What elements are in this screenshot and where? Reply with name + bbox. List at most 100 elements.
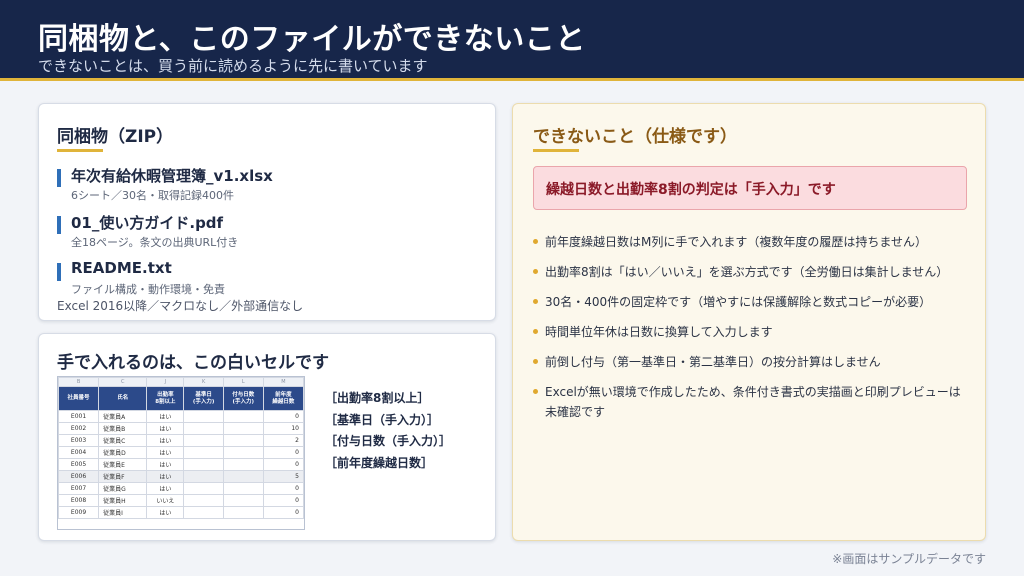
input-label: ［付与日数（手入力）］ [325, 434, 452, 448]
sheet-cell: はい [146, 434, 185, 447]
file-description: 全18ページ。条文の出典URL付き [71, 236, 239, 249]
zip-heading-underline [57, 149, 103, 152]
sheet-cell: E002 [58, 422, 100, 435]
sheet-header-cell: 出勤率 8割以上 [146, 386, 185, 411]
sheet-cell [222, 446, 264, 459]
sheet-column-letter: K [183, 377, 224, 387]
sheet-cell: E003 [58, 434, 100, 447]
sheet-cell [222, 506, 264, 519]
sheet-cell: 従業員G [98, 482, 148, 495]
sheet-cell [183, 494, 224, 507]
sheet-cell [222, 410, 264, 423]
sheet-cell: E001 [58, 410, 100, 423]
sheet-cell: いいえ [146, 494, 185, 507]
header-bar: 同梱物と、このファイルができないこと できないことは、買う前に読めるように先に書… [0, 0, 1024, 78]
sheet-cell [183, 458, 224, 471]
sheet-cell: はい [146, 482, 185, 495]
callout-text: 繰越日数と出勤率8割の判定は「手入力」です [546, 182, 836, 198]
file-item: 01_使い方ガイド.pdf 全18ページ。条文の出典URL付き [57, 212, 477, 252]
sheet-cell [183, 446, 224, 459]
sheet-row: E004 従業員D はい 0 [58, 446, 304, 459]
sheet-cell [222, 494, 264, 507]
sheet-cell [183, 422, 224, 435]
input-field-labels: ［出勤率8割以上］ ［基準日（手入力）］ ［付与日数（手入力）］ ［前年度繰越日… [325, 388, 451, 474]
sheet-column-letter: L [222, 377, 264, 387]
header-accent-stripe [0, 78, 1024, 81]
sheet-cell: E005 [58, 458, 100, 471]
sheet-cell: はい [146, 458, 185, 471]
sheet-cell: E004 [58, 446, 100, 459]
sheet-cell [183, 470, 224, 483]
sheet-column-letter: B [58, 377, 100, 387]
sheet-cell [222, 482, 264, 495]
sheet-cell: 従業員D [98, 446, 148, 459]
sheet-cell [183, 506, 224, 519]
sheet-header-row: 社員番号 氏名 出勤率 8割以上 基準日 (手入力) 付与日数 (手入力) 前年度 繰越日数 [58, 386, 304, 411]
sheet-cell: はい [146, 422, 185, 435]
sheet-cell [222, 422, 264, 435]
file-description: 6シート／30名・取得記録400件 [71, 189, 234, 202]
sheet-cell [222, 470, 264, 483]
limitations-heading: できないこと（仕様です） [533, 127, 737, 147]
sheet-row: E008 従業員H いいえ 0 [58, 494, 304, 507]
sheet-cell: 0 [262, 410, 304, 423]
sheet-cell: 従業員I [98, 506, 148, 519]
input-label: ［前年度繰越日数］ [325, 455, 434, 470]
file-item: 年次有給休暇管理簿_v1.xlsx 6シート／30名・取得記録400件 [57, 165, 477, 205]
limitation-item: 出勤率8割は「はい／いいえ」を選ぶ方式です（全労働日は集計しません） [533, 262, 967, 282]
sheet-cell: 従業員E [98, 458, 148, 471]
input-label: ［出勤率8割以上］ [325, 391, 430, 405]
sheet-cell: はい [146, 446, 185, 459]
limitation-item: 前倒し付与（第一基準日・第二基準日）の按分計算はしません [533, 352, 967, 372]
input-heading: 手で入れるのは、この白いセルです [57, 353, 329, 373]
environment-note: Excel 2016以降／マクロなし／外部通信なし [57, 299, 304, 313]
zip-contents-card: 同梱物（ZIP） 年次有給休暇管理簿_v1.xlsx 6シート／30名・取得記録… [38, 103, 496, 321]
sheet-row: E003 従業員C はい 2 [58, 434, 304, 447]
sheet-header-cell: 付与日数 (手入力) [222, 386, 264, 411]
file-marker [57, 169, 61, 187]
sheet-cell [222, 458, 264, 471]
sheet-cell: E007 [58, 482, 100, 495]
sheet-cell: 0 [262, 458, 304, 471]
sheet-cell: 5 [262, 470, 304, 483]
sheet-header-cell: 基準日 (手入力) [183, 386, 224, 411]
zip-heading: 同梱物（ZIP） [57, 127, 174, 147]
sheet-row: E001 従業員A はい 0 [58, 410, 304, 423]
sheet-cell: E009 [58, 506, 100, 519]
file-marker [57, 216, 61, 234]
sheet-cell [183, 410, 224, 423]
sheet-cell [183, 434, 224, 447]
limitation-item: 30名・400件の固定枠です（増やすには保護解除と数式コピーが必要） [533, 292, 967, 312]
sheet-row: E006 従業員F はい 5 [58, 470, 304, 483]
sheet-header-cell: 社員番号 [58, 386, 100, 411]
sheet-cell: はい [146, 410, 185, 423]
sheet-cell: 0 [262, 482, 304, 495]
sheet-header-cell: 前年度 繰越日数 [262, 386, 304, 411]
limitations-card: できないこと（仕様です） 繰越日数と出勤率8割の判定は「手入力」です 前年度繰越… [512, 103, 986, 541]
file-marker [57, 263, 61, 281]
manual-input-callout: 繰越日数と出勤率8割の判定は「手入力」です [533, 166, 967, 210]
sheet-cell: 0 [262, 446, 304, 459]
sheet-cell: 10 [262, 422, 304, 435]
sheet-cell: 0 [262, 494, 304, 507]
limitation-item: 前年度繰越日数はM列に手で入れます（複数年度の履歴は持ちません） [533, 232, 967, 252]
sheet-row: E009 従業員I はい 0 [58, 506, 304, 519]
sheet-cell [183, 482, 224, 495]
file-name: 年次有給休暇管理簿_v1.xlsx [71, 167, 273, 185]
spreadsheet-screenshot: B C J K L M 社員番号 氏名 出勤率 8割以上 基準日 (手入力) 付与日数 (手入力) 前年度繰… [57, 376, 305, 530]
file-name: 01_使い方ガイド.pdf [71, 214, 224, 232]
sample-sheet-table: B C J K L M 社員番号 氏名 出勤率 8割以上 基準日 (手入力) 付与日数 (手入力) 前年度繰… [58, 377, 304, 519]
sample-data-footnote: ※画面はサンプルデータです [832, 552, 986, 566]
limitation-item: Excelが無い環境で作成したため、条件付き書式の実描画と印刷プレビューは未確認… [533, 382, 967, 422]
sheet-column-letters: BCJKLM [58, 377, 304, 387]
sheet-cell: はい [146, 470, 185, 483]
sheet-cell: E008 [58, 494, 100, 507]
sheet-cell: 2 [262, 434, 304, 447]
sheet-cell: E006 [58, 470, 100, 483]
sheet-cell: はい [146, 506, 185, 519]
limitation-item: 時間単位年休は日数に換算して入力します [533, 322, 967, 342]
sheet-column-letter: C [98, 377, 148, 387]
sheet-cell [222, 434, 264, 447]
sheet-header-cell: 氏名 [98, 386, 148, 411]
file-description: ファイル構成・動作環境・免責 [71, 283, 225, 296]
